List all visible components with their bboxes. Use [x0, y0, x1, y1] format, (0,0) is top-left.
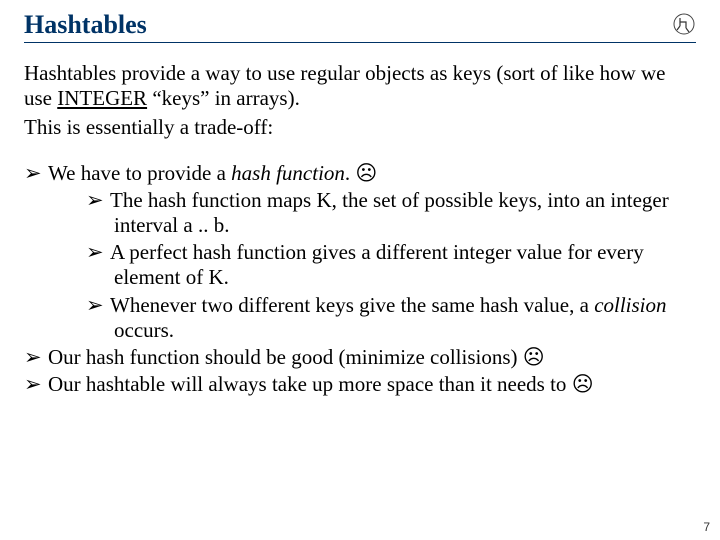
sublist-1: ➢The hash function maps K, the set of po…: [86, 188, 696, 343]
page-title: Hashtables: [24, 10, 147, 40]
triangle-bullet-icon: ➢: [86, 240, 110, 265]
main-list: ➢We have to provide a hash function. ☹ ➢…: [24, 161, 696, 398]
bullet-1-italic: hash function: [231, 161, 345, 185]
chair-logo-icon: [672, 12, 696, 36]
bullet-3: ➢Our hashtable will always take up more …: [24, 372, 696, 397]
bullet-2-text: Our hash function should be good (minimi…: [48, 345, 523, 369]
sub-1a: ➢The hash function maps K, the set of po…: [86, 188, 696, 238]
sub-1c-after: occurs.: [114, 318, 174, 342]
sub-1a-text: The hash function maps K, the set of pos…: [110, 188, 669, 237]
triangle-bullet-icon: ➢: [86, 293, 110, 318]
page-number: 7: [703, 520, 710, 534]
sub-1c-before: Whenever two different keys give the sam…: [110, 293, 594, 317]
triangle-bullet-icon: ➢: [24, 345, 48, 370]
intro-paragraph-2: This is essentially a trade-off:: [24, 115, 696, 140]
sad-face-icon: ☹: [523, 346, 545, 369]
sad-face-icon: ☹: [572, 373, 594, 396]
intro-paragraph: Hashtables provide a way to use regular …: [24, 61, 696, 111]
bullet-2: ➢Our hash function should be good (minim…: [24, 345, 696, 370]
triangle-bullet-icon: ➢: [24, 161, 48, 186]
intro-text-after: “keys” in arrays).: [147, 86, 300, 110]
bullet-3-text: Our hashtable will always take up more s…: [48, 372, 572, 396]
intro-underlined: INTEGER: [57, 86, 147, 110]
bullet-1: ➢We have to provide a hash function. ☹ ➢…: [24, 161, 696, 343]
sub-1c-italic: collision: [594, 293, 666, 317]
bullet-1-before: We have to provide a: [48, 161, 231, 185]
triangle-bullet-icon: ➢: [24, 372, 48, 397]
sub-1b-text: A perfect hash function gives a differen…: [110, 240, 644, 289]
sad-face-icon: ☹: [355, 162, 377, 185]
bullet-1-after: .: [345, 161, 356, 185]
sub-1c: ➢Whenever two different keys give the sa…: [86, 293, 696, 343]
triangle-bullet-icon: ➢: [86, 188, 110, 213]
sub-1b: ➢A perfect hash function gives a differe…: [86, 240, 696, 290]
